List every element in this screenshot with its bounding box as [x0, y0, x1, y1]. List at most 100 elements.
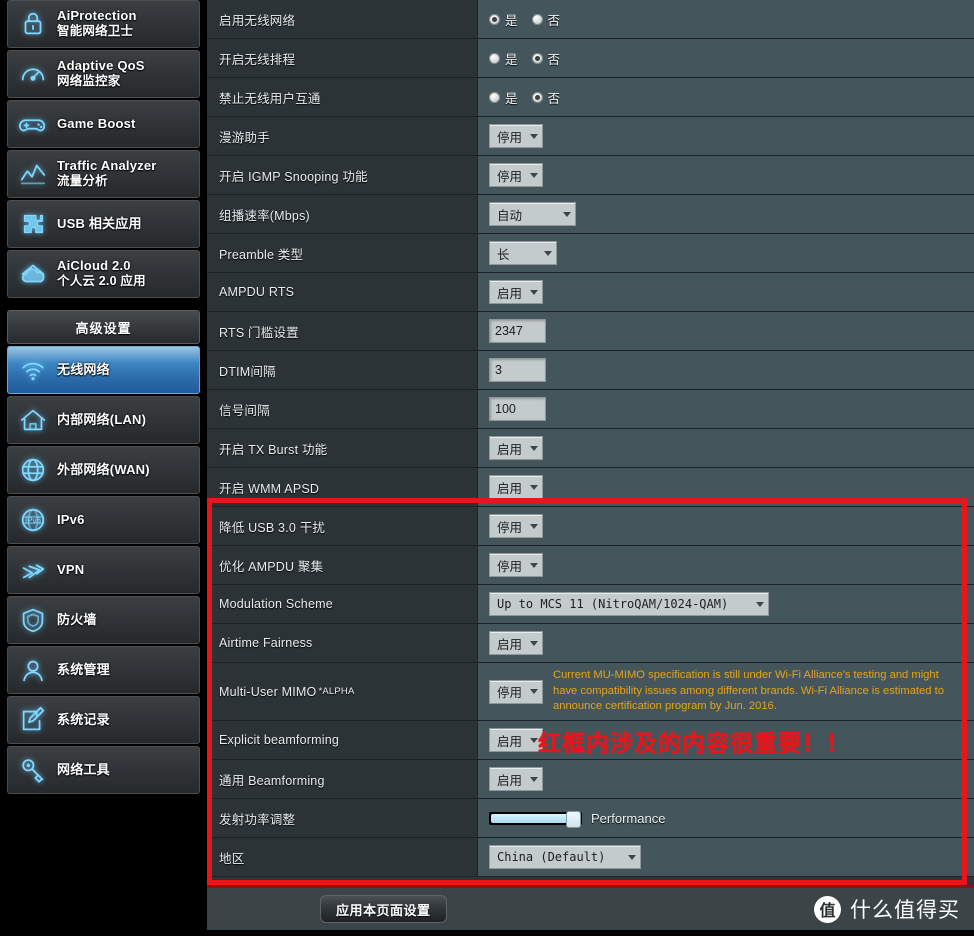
- chevron-down-icon: [530, 776, 539, 782]
- dropdown-value: 自动: [497, 208, 523, 223]
- radio-option[interactable]: 是: [489, 10, 518, 29]
- setting-label-text: Modulation Scheme: [219, 597, 333, 611]
- radio-group: 是否: [489, 88, 560, 107]
- chevron-down-icon: [756, 601, 764, 607]
- setting-dropdown[interactable]: 长: [489, 241, 557, 265]
- annotation-red-text: 红框内涉及的内容很重要！！: [538, 730, 850, 756]
- setting-dropdown[interactable]: 停用: [489, 514, 543, 538]
- setting-dropdown[interactable]: 自动: [489, 202, 576, 226]
- sidebar-item-label: AiProtection: [57, 8, 137, 24]
- radio-button[interactable]: [489, 91, 500, 103]
- radio-label: 否: [547, 13, 561, 28]
- setting-label-text: Airtime Fairness: [219, 636, 313, 650]
- sidebar-item-lan[interactable]: 内部网络(LAN): [7, 396, 200, 444]
- sidebar-item-sublabel: 流量分析: [57, 174, 108, 189]
- setting-dropdown[interactable]: 停用: [489, 553, 543, 577]
- sidebar-item-label: VPN: [57, 561, 85, 577]
- sidebar-item-[interactable]: 防火墙: [7, 596, 200, 644]
- setting-label: Modulation Scheme: [207, 585, 478, 623]
- sidebar-item-usb[interactable]: USB 相关应用: [7, 200, 200, 248]
- radio-option[interactable]: 否: [531, 10, 561, 29]
- pencil-note-icon: [16, 703, 50, 737]
- sidebar-item-sublabel: 智能网络卫士: [57, 24, 134, 39]
- setting-dropdown[interactable]: 启用: [489, 631, 543, 655]
- sidebar-item-label: Game Boost: [57, 115, 136, 131]
- gauge-icon: [16, 57, 50, 91]
- setting-value: 停用: [478, 507, 974, 545]
- dropdown-value: Up to MCS 11 (NitroQAM/1024-QAM): [497, 597, 729, 611]
- setting-text-input[interactable]: 100: [489, 397, 546, 421]
- radio-option[interactable]: 是: [489, 88, 518, 107]
- setting-value: 3: [478, 351, 974, 389]
- setting-label-text: 开启 WMM APSD: [219, 481, 320, 496]
- radio-option[interactable]: 否: [531, 88, 560, 107]
- setting-dropdown[interactable]: Up to MCS 11 (NitroQAM/1024-QAM): [489, 592, 769, 616]
- sidebar-item-label: 无线网络: [57, 361, 110, 377]
- setting-label-text: 禁止无线用户互通: [219, 91, 321, 106]
- radio-option[interactable]: 否: [531, 49, 560, 68]
- setting-label: 发射功率调整: [207, 799, 478, 837]
- bottom-black-bar: [0, 930, 974, 936]
- sidebar-item-[interactable]: 网络工具: [7, 746, 200, 794]
- setting-dropdown[interactable]: 停用: [489, 124, 543, 148]
- setting-dropdown[interactable]: 停用: [489, 679, 543, 704]
- radio-label: 是: [505, 13, 518, 28]
- sidebar-item-[interactable]: 无线网络: [7, 346, 200, 394]
- setting-dropdown[interactable]: 停用: [489, 163, 543, 187]
- setting-text-input[interactable]: 2347: [489, 319, 546, 343]
- wifi-icon: [16, 353, 50, 387]
- sidebar-item-wan[interactable]: 外部网络(WAN): [7, 446, 200, 494]
- chevron-down-icon: [563, 211, 571, 217]
- radio-button-selected[interactable]: [531, 91, 543, 103]
- setting-text-input[interactable]: 3: [489, 358, 546, 382]
- sidebar-section-header: 高级设置: [7, 310, 200, 344]
- radio-button-selected[interactable]: [489, 13, 500, 25]
- setting-label: 开启 WMM APSD: [207, 468, 478, 506]
- slider-handle[interactable]: [566, 810, 581, 828]
- setting-label-text: RTS 门槛设置: [219, 325, 299, 340]
- sidebar-item-game-boost[interactable]: Game Boost: [7, 100, 200, 148]
- setting-dropdown[interactable]: 启用: [489, 475, 543, 499]
- radio-button[interactable]: [489, 52, 500, 64]
- sidebar-item-aiprotection[interactable]: AiProtection 智能网络卫士: [7, 0, 200, 48]
- radio-button-selected[interactable]: [531, 52, 543, 64]
- setting-value: 是否: [478, 0, 974, 38]
- settings-row: 禁止无线用户互通 是否: [207, 78, 974, 117]
- setting-label: 开启无线排程: [207, 39, 478, 77]
- setting-label: 启用无线网络: [207, 0, 478, 38]
- settings-row: 优化 AMPDU 聚集 停用: [207, 546, 974, 585]
- sidebar-item-[interactable]: 系统管理: [7, 646, 200, 694]
- sidebar: AiProtection 智能网络卫士 Adaptive QoS 网络监控家 Game …: [0, 0, 207, 936]
- setting-label: RTS 门槛设置: [207, 312, 478, 350]
- chevron-down-icon: [628, 854, 636, 860]
- setting-value: China (Default): [478, 838, 974, 876]
- radio-label: 是: [505, 91, 518, 106]
- sidebar-item-[interactable]: 系统记录: [7, 696, 200, 744]
- sidebar-item-ipv6[interactable]: IPv6 IPv6: [7, 496, 200, 544]
- settings-row: Airtime Fairness 启用: [207, 624, 974, 663]
- setting-dropdown[interactable]: 启用: [489, 767, 543, 791]
- sidebar-item-adaptive-qos[interactable]: Adaptive QoS 网络监控家: [7, 50, 200, 98]
- dropdown-value: 停用: [497, 559, 523, 574]
- radio-button[interactable]: [531, 13, 543, 25]
- sidebar-item-traffic-analyzer[interactable]: Traffic Analyzer 流量分析: [7, 150, 200, 198]
- sidebar-item-vpn[interactable]: VPN: [7, 546, 200, 594]
- setting-dropdown[interactable]: 启用: [489, 436, 543, 460]
- setting-value: 停用: [478, 546, 974, 584]
- footer-bar: 应用本页面设置 值 什么值得买: [207, 886, 974, 930]
- sidebar-item-label: 网络工具: [57, 761, 110, 777]
- setting-value: 停用: [478, 117, 974, 155]
- cloud-house-icon: [16, 257, 50, 291]
- apply-settings-button[interactable]: 应用本页面设置: [320, 895, 447, 923]
- settings-row: 开启 WMM APSD 启用: [207, 468, 974, 507]
- dropdown-value: 停用: [497, 686, 523, 700]
- ipv6-globe-icon: IPv6: [16, 503, 50, 537]
- power-slider[interactable]: [489, 810, 582, 828]
- setting-label-text: 降低 USB 3.0 干扰: [219, 520, 326, 535]
- setting-value: 启用: [478, 429, 974, 467]
- setting-dropdown[interactable]: 启用: [489, 280, 543, 304]
- sidebar-item-aicloud-2-0[interactable]: AiCloud 2.0 个人云 2.0 应用: [7, 250, 200, 298]
- setting-dropdown[interactable]: 启用: [489, 728, 543, 752]
- setting-dropdown[interactable]: China (Default): [489, 845, 641, 869]
- radio-option[interactable]: 是: [489, 49, 518, 68]
